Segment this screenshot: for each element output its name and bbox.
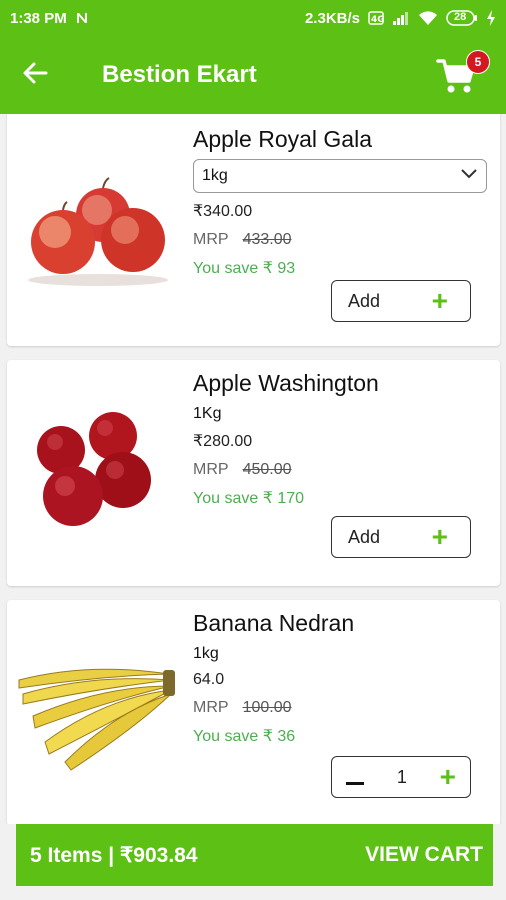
product-list: Apple Royal Gala 1kg ₹340.00 MRP 433.00 … xyxy=(0,114,506,824)
wifi-icon xyxy=(418,10,438,26)
plus-icon: + xyxy=(431,285,448,316)
charging-icon xyxy=(486,10,496,26)
quantity-stepper: 1 + xyxy=(331,756,471,798)
product-card: Banana Nedran 1kg 64.0 MRP 100.00 You sa… xyxy=(7,600,500,824)
product-info: Apple Washington 1Kg ₹280.00 MRP 450.00 … xyxy=(193,370,493,508)
variant-label: 1Kg xyxy=(193,405,222,422)
svg-text:4G: 4G xyxy=(371,15,384,25)
product-name: Apple Royal Gala xyxy=(193,126,372,152)
add-button[interactable]: Add + xyxy=(331,516,471,558)
variant-dropdown[interactable]: 1kg xyxy=(193,159,487,193)
product-info: Banana Nedran 1kg 64.0 MRP 100.00 You sa… xyxy=(193,610,493,746)
product-image-banana-nedran xyxy=(13,650,183,800)
product-name: Apple Washington xyxy=(193,370,379,396)
chevron-down-icon xyxy=(460,167,478,185)
arrow-back-icon xyxy=(22,61,48,90)
product-card: Apple Washington 1Kg ₹280.00 MRP 450.00 … xyxy=(7,360,500,586)
mrp-row: MRP 433.00 xyxy=(193,231,493,249)
variant-selected-value: 1kg xyxy=(202,167,228,184)
app-title: Bestion Ekart xyxy=(102,61,257,88)
network-speed: 2.3KB/s xyxy=(304,9,360,27)
notification-n-icon xyxy=(75,11,89,25)
add-label: Add xyxy=(348,290,381,311)
mrp-value: 100.00 xyxy=(242,699,292,716)
volte-icon: 4G xyxy=(368,11,384,25)
cart-button[interactable]: 5 xyxy=(436,50,490,100)
cart-summary: 5 Items | ₹903.84 xyxy=(30,843,198,867)
mrp-row: MRP 450.00 xyxy=(193,461,493,479)
product-card: Apple Royal Gala 1kg ₹340.00 MRP 433.00 … xyxy=(7,114,500,346)
decrement-button[interactable] xyxy=(346,764,364,790)
mrp-value: 433.00 xyxy=(242,231,292,248)
increment-button[interactable]: + xyxy=(440,763,456,791)
product-info: Apple Royal Gala 1kg ₹340.00 MRP 433.00 … xyxy=(193,126,493,278)
add-button[interactable]: Add + xyxy=(331,280,471,322)
product-price: 64.0 xyxy=(193,671,225,688)
view-cart-button[interactable]: VIEW CART xyxy=(365,843,483,867)
status-time: 1:38 PM xyxy=(10,9,67,27)
mrp-label: MRP xyxy=(193,699,229,716)
app-bar: Bestion Ekart 5 xyxy=(0,36,506,114)
battery-icon: 28 xyxy=(446,10,478,26)
quantity-value: 1 xyxy=(396,766,407,787)
status-bar: 1:38 PM 2.3KB/s 4G 28 xyxy=(0,0,506,36)
savings-text: You save ₹ 36 xyxy=(193,728,296,745)
product-image-apple-royal-gala xyxy=(13,170,183,320)
savings-text: You save ₹ 93 xyxy=(193,260,296,277)
signal-icon xyxy=(392,11,410,25)
product-price: ₹280.00 xyxy=(193,433,253,450)
mrp-label: MRP xyxy=(193,231,229,248)
savings-text: You save ₹ 170 xyxy=(193,490,305,507)
mrp-label: MRP xyxy=(193,461,229,478)
variant-label: 1kg xyxy=(193,645,219,662)
back-button[interactable] xyxy=(0,36,70,114)
mrp-value: 450.00 xyxy=(242,461,292,478)
minus-icon xyxy=(346,782,364,785)
cart-summary-bar[interactable]: 5 Items | ₹903.84 VIEW CART xyxy=(16,824,493,886)
product-image-apple-washington xyxy=(13,404,183,554)
product-name: Banana Nedran xyxy=(193,610,355,636)
product-price: ₹340.00 xyxy=(193,203,253,220)
add-label: Add xyxy=(348,526,381,547)
battery-level: 28 xyxy=(454,11,467,23)
plus-icon: + xyxy=(431,521,448,552)
cart-count-badge: 5 xyxy=(466,50,490,74)
mrp-row: MRP 100.00 xyxy=(193,699,493,717)
